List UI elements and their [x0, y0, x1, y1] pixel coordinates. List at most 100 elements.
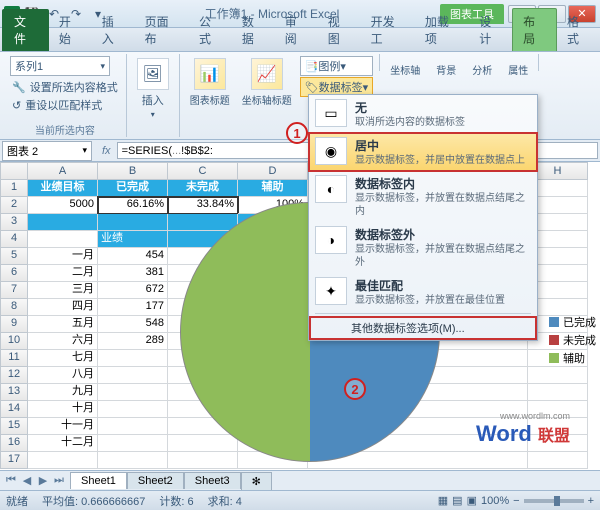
- cell[interactable]: [98, 452, 168, 469]
- cell[interactable]: [528, 452, 588, 469]
- row-header[interactable]: 16: [0, 435, 28, 452]
- col-header[interactable]: A: [28, 162, 98, 180]
- format-selection-button[interactable]: 🔧设置所选内容格式: [10, 78, 120, 96]
- cell[interactable]: [528, 384, 588, 401]
- row-header[interactable]: 9: [0, 316, 28, 333]
- sheet-nav-next[interactable]: ▶: [36, 474, 50, 487]
- row-header[interactable]: 11: [0, 350, 28, 367]
- chart-legend[interactable]: 已完成 未完成 辅助: [549, 312, 596, 368]
- cell[interactable]: 548: [98, 316, 168, 333]
- menu-item-more-options[interactable]: 其他数据标签选项(M)...: [309, 316, 537, 340]
- cell[interactable]: 二月: [28, 265, 98, 282]
- tab-view[interactable]: 视图: [318, 9, 361, 51]
- cell[interactable]: 一月: [28, 248, 98, 265]
- row-header[interactable]: 12: [0, 367, 28, 384]
- tab-developer[interactable]: 开发工: [361, 9, 415, 51]
- sheet-tab[interactable]: Sheet3: [184, 472, 241, 489]
- cell[interactable]: 辅助: [238, 180, 308, 197]
- select-all-corner[interactable]: [0, 162, 28, 180]
- axes-button[interactable]: 坐标轴: [386, 60, 424, 79]
- cell[interactable]: 十月: [28, 401, 98, 418]
- cell[interactable]: [98, 384, 168, 401]
- col-header[interactable]: C: [168, 162, 238, 180]
- cell[interactable]: 672: [98, 282, 168, 299]
- sheet-nav-prev[interactable]: ◀: [20, 474, 34, 487]
- cell[interactable]: 六月: [28, 333, 98, 350]
- zoom-level[interactable]: 100%: [481, 495, 509, 507]
- row-header[interactable]: 4: [0, 231, 28, 248]
- legend-button[interactable]: 📑 图例 ▾: [300, 56, 374, 76]
- properties-button[interactable]: 属性: [504, 60, 532, 79]
- row-header[interactable]: 3: [0, 214, 28, 231]
- cell[interactable]: 五月: [28, 316, 98, 333]
- cell[interactable]: [528, 367, 588, 384]
- cell[interactable]: 289: [98, 333, 168, 350]
- row-header[interactable]: 13: [0, 384, 28, 401]
- cell[interactable]: [28, 214, 98, 231]
- sheet-nav-last[interactable]: ⏭: [52, 474, 66, 487]
- cell[interactable]: [98, 418, 168, 435]
- view-normal-icon[interactable]: ▦: [438, 494, 448, 507]
- sheet-nav-first[interactable]: ⏮: [4, 474, 18, 487]
- cell[interactable]: 5000: [28, 197, 98, 214]
- name-box[interactable]: 图表 2: [2, 141, 92, 161]
- row-header[interactable]: 6: [0, 265, 28, 282]
- tab-design[interactable]: 设计: [469, 9, 512, 51]
- legend-item[interactable]: 辅助: [549, 350, 596, 366]
- cell[interactable]: 454: [98, 248, 168, 265]
- cell[interactable]: 十一月: [28, 418, 98, 435]
- cell[interactable]: 未完成: [168, 180, 238, 197]
- zoom-in-button[interactable]: +: [588, 495, 594, 507]
- tab-data[interactable]: 数据: [232, 9, 275, 51]
- row-header[interactable]: 10: [0, 333, 28, 350]
- insert-button[interactable]: 🖼 插入▾: [133, 56, 173, 121]
- background-button[interactable]: 背景: [432, 60, 460, 79]
- tab-pagelayout[interactable]: 页面布: [135, 9, 189, 51]
- menu-item-inside-end[interactable]: ◐ 数据标签内显示数据标签，并放置在数据点结尾之内: [309, 171, 537, 222]
- cell[interactable]: [98, 350, 168, 367]
- tab-format[interactable]: 格式: [557, 9, 600, 51]
- cell[interactable]: 九月: [28, 384, 98, 401]
- tab-insert[interactable]: 插入: [92, 9, 135, 51]
- cell[interactable]: 十二月: [28, 435, 98, 452]
- row-header[interactable]: 8: [0, 299, 28, 316]
- analysis-button[interactable]: 分析: [468, 60, 496, 79]
- cell[interactable]: 四月: [28, 299, 98, 316]
- legend-item[interactable]: 未完成: [549, 332, 596, 348]
- cell[interactable]: 177: [98, 299, 168, 316]
- cell[interactable]: [98, 367, 168, 384]
- reset-style-button[interactable]: ↺重设以匹配样式: [10, 96, 120, 114]
- row-header[interactable]: 15: [0, 418, 28, 435]
- cell[interactable]: [98, 401, 168, 418]
- row-header[interactable]: 17: [0, 452, 28, 469]
- cell[interactable]: [98, 435, 168, 452]
- row-header[interactable]: 14: [0, 401, 28, 418]
- row-header[interactable]: 7: [0, 282, 28, 299]
- menu-item-best-fit[interactable]: ✦ 最佳匹配显示数据标签，并放置在最佳位置: [309, 273, 537, 311]
- cell[interactable]: 381: [98, 265, 168, 282]
- legend-item[interactable]: 已完成: [549, 314, 596, 330]
- view-break-icon[interactable]: ▣: [467, 494, 477, 507]
- sheet-tab[interactable]: Sheet2: [127, 472, 184, 489]
- cell[interactable]: 三月: [28, 282, 98, 299]
- cell[interactable]: 业绩: [98, 231, 168, 248]
- col-header[interactable]: B: [98, 162, 168, 180]
- tab-review[interactable]: 审阅: [275, 9, 318, 51]
- cell[interactable]: 已完成: [98, 180, 168, 197]
- axis-title-button[interactable]: 📈 坐标轴标题: [238, 56, 296, 109]
- row-header[interactable]: 1: [0, 180, 28, 197]
- cell[interactable]: 业绩目标: [28, 180, 98, 197]
- row-header[interactable]: 5: [0, 248, 28, 265]
- cell[interactable]: [28, 452, 98, 469]
- fx-icon[interactable]: fx: [96, 145, 117, 157]
- menu-item-outside-end[interactable]: ◑ 数据标签外显示数据标签，并放置在数据点结尾之外: [309, 222, 537, 273]
- row-header[interactable]: 2: [0, 197, 28, 214]
- menu-item-none[interactable]: ▭ 无取消所选内容的数据标签: [309, 95, 537, 133]
- tab-home[interactable]: 开始: [49, 9, 92, 51]
- cell[interactable]: [28, 231, 98, 248]
- zoom-slider[interactable]: [524, 499, 584, 503]
- tab-formulas[interactable]: 公式: [189, 9, 232, 51]
- cell[interactable]: [98, 214, 168, 231]
- cell[interactable]: 八月: [28, 367, 98, 384]
- col-header[interactable]: D: [238, 162, 308, 180]
